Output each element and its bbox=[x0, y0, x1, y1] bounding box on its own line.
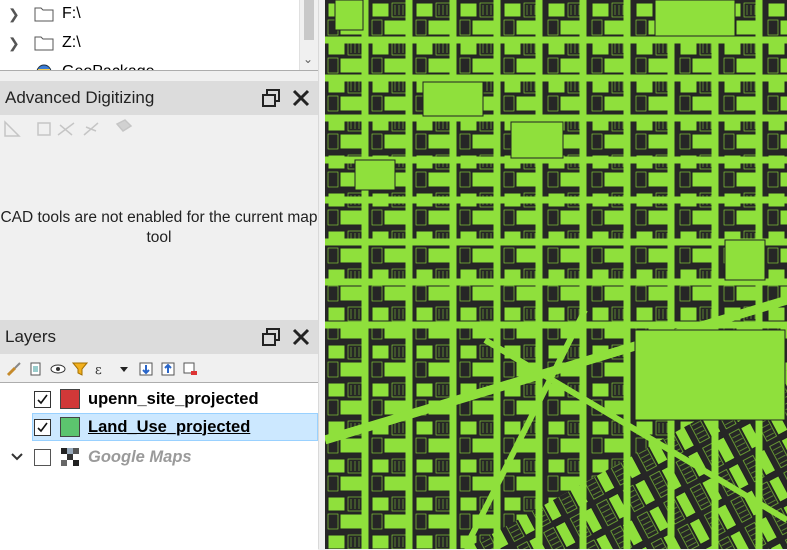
snap-icon bbox=[83, 122, 99, 136]
cad-toolbar bbox=[0, 114, 318, 144]
eye-icon bbox=[50, 364, 66, 374]
layer-row-land-use[interactable]: Land_Use_projected bbox=[32, 413, 318, 441]
construction-icon bbox=[57, 122, 75, 136]
close-panel-button[interactable] bbox=[290, 326, 312, 348]
cad-tool-icons bbox=[4, 119, 133, 137]
scrollbar-thumb[interactable] bbox=[304, 0, 314, 40]
expand-all-button[interactable] bbox=[136, 359, 156, 379]
chevron-down-icon[interactable] bbox=[10, 450, 24, 464]
restore-icon bbox=[262, 328, 280, 346]
perpendicular-icon bbox=[4, 120, 21, 137]
float-panel-button[interactable] bbox=[260, 87, 282, 109]
layer-row-google-maps[interactable]: Google Maps bbox=[0, 443, 318, 471]
layer-row-upenn-site[interactable]: upenn_site_projected bbox=[0, 385, 318, 413]
layer-name: upenn_site_projected bbox=[88, 389, 259, 408]
settings-icon bbox=[115, 119, 133, 132]
checkmark-icon bbox=[37, 422, 48, 432]
browser-item-label: GeoPackage bbox=[62, 63, 155, 70]
float-panel-button[interactable] bbox=[260, 326, 282, 348]
manage-themes-button[interactable] bbox=[48, 359, 68, 379]
restore-icon bbox=[262, 89, 280, 107]
layer-visibility-checkbox[interactable] bbox=[34, 418, 51, 436]
layers-titlebar: Layers bbox=[0, 320, 318, 354]
layer-color-swatch bbox=[60, 389, 80, 409]
paintbrush-icon bbox=[6, 362, 21, 377]
checkmark-icon bbox=[37, 394, 48, 404]
filter-expression-button[interactable]: ε bbox=[92, 359, 112, 379]
parallel-icon bbox=[37, 122, 51, 136]
close-icon bbox=[292, 328, 310, 346]
close-panel-button[interactable] bbox=[290, 87, 312, 109]
land-use-map bbox=[325, 0, 787, 549]
left-dock: ❯ F:\ ❯ Z:\ GeoPackage ⌄ Advanced Di bbox=[0, 0, 322, 550]
layers-toolbar: ε bbox=[0, 356, 322, 382]
map-canvas[interactable] bbox=[325, 0, 787, 549]
filter-legend-button[interactable] bbox=[70, 359, 90, 379]
layer-name: Google Maps bbox=[88, 447, 192, 466]
browser-panel: ❯ F:\ ❯ Z:\ GeoPackage ⌄ bbox=[0, 0, 318, 71]
layers-tree: upenn_site_projected Land_Use_projected … bbox=[0, 382, 318, 550]
remove-layer-icon bbox=[183, 362, 197, 375]
browser-scrollbar[interactable]: ⌄ bbox=[299, 0, 318, 70]
browser-item-label: Z:\ bbox=[62, 34, 81, 51]
panel-title: Layers bbox=[5, 327, 57, 346]
style-manager-button[interactable] bbox=[4, 359, 24, 379]
advanced-digitizing-titlebar: Advanced Digitizing bbox=[0, 81, 318, 115]
collapse-all-icon bbox=[161, 362, 175, 376]
layer-name: Land_Use_projected bbox=[88, 417, 251, 436]
cad-disabled-message: CAD tools are not enabled for the curren… bbox=[0, 209, 318, 246]
geopackage-icon bbox=[36, 64, 52, 70]
browser-item-z-drive[interactable]: ❯ Z:\ bbox=[8, 31, 81, 55]
filter-icon bbox=[72, 362, 88, 376]
folder-icon bbox=[34, 7, 54, 22]
raster-tile-icon bbox=[61, 448, 79, 466]
expand-all-icon bbox=[139, 362, 153, 376]
layer-color-swatch bbox=[60, 417, 80, 437]
close-icon bbox=[292, 89, 310, 107]
svg-text:ε: ε bbox=[95, 363, 102, 377]
layer-visibility-checkbox[interactable] bbox=[34, 448, 51, 466]
chevron-right-icon[interactable]: ❯ bbox=[8, 35, 22, 52]
expression-dropdown[interactable] bbox=[114, 359, 134, 379]
browser-item-f-drive[interactable]: ❯ F:\ bbox=[8, 2, 81, 26]
add-group-icon bbox=[30, 362, 41, 376]
panel-title: Advanced Digitizing bbox=[5, 88, 155, 107]
caret-down-icon bbox=[120, 367, 128, 372]
browser-item-geopackage[interactable]: GeoPackage bbox=[34, 60, 155, 70]
folder-icon bbox=[34, 36, 54, 51]
browser-item-label: F:\ bbox=[62, 5, 81, 22]
layer-visibility-checkbox[interactable] bbox=[34, 390, 51, 408]
collapse-all-button[interactable] bbox=[158, 359, 178, 379]
chevron-right-icon[interactable]: ❯ bbox=[8, 6, 22, 23]
add-group-button[interactable] bbox=[26, 359, 46, 379]
expression-icon: ε bbox=[95, 363, 102, 377]
chevron-down-icon[interactable]: ⌄ bbox=[303, 52, 313, 66]
remove-layer-button[interactable] bbox=[180, 359, 200, 379]
